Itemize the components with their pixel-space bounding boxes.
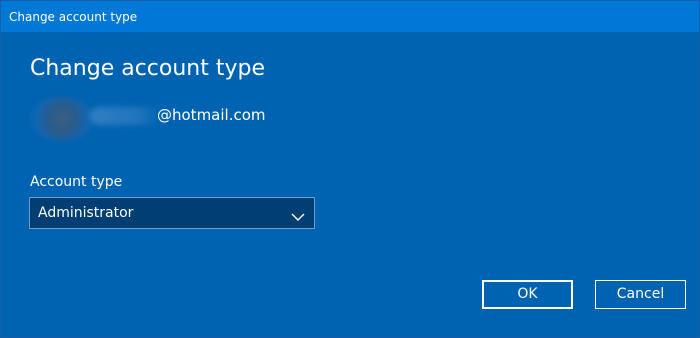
window-title: Change account type	[9, 10, 138, 24]
account-info: @hotmail.com	[30, 97, 350, 141]
title-bar[interactable]: Change account type	[1, 1, 699, 32]
account-type-dropdown[interactable]: Administrator	[29, 197, 315, 229]
avatar	[30, 97, 94, 141]
chevron-down-icon	[291, 207, 305, 221]
ok-button[interactable]: OK	[482, 280, 573, 309]
account-email: @hotmail.com	[157, 106, 266, 124]
account-type-label: Account type	[30, 174, 123, 190]
blurred-account-name	[90, 107, 160, 125]
change-account-type-window: Change account type Change account type …	[0, 0, 700, 338]
account-type-selected-value: Administrator	[38, 205, 134, 221]
cancel-button[interactable]: Cancel	[595, 280, 686, 309]
dialog-heading: Change account type	[30, 56, 266, 81]
